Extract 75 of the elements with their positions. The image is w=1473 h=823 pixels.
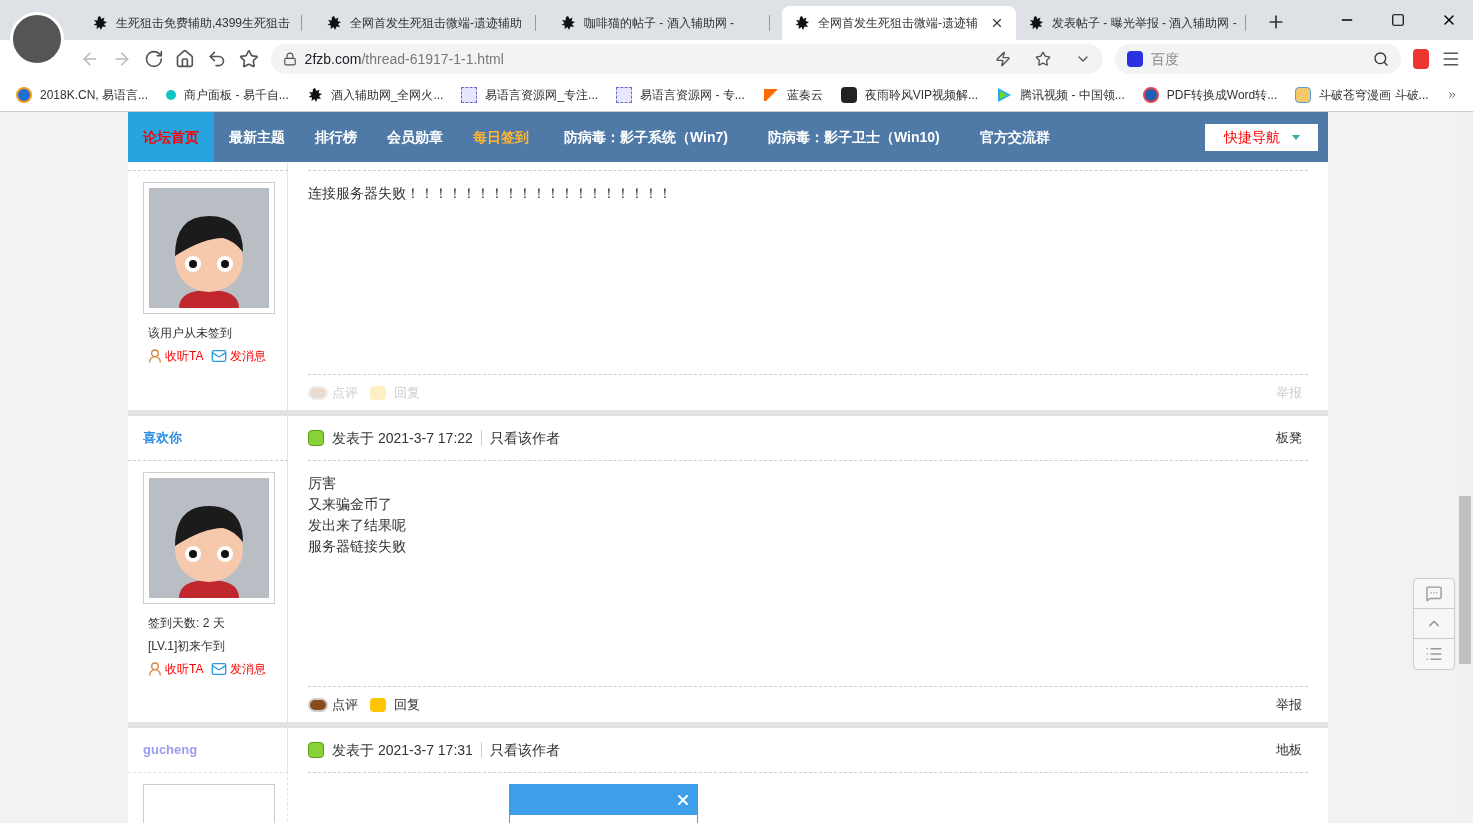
search-icon[interactable]: [1373, 51, 1390, 67]
home-icon[interactable]: [175, 49, 196, 69]
quick-nav-button[interactable]: 快捷导航: [1205, 123, 1318, 151]
profile-stat: [LV.1]初来乍到: [148, 638, 227, 655]
splat-icon: [306, 86, 323, 103]
only-author-link[interactable]: 只看该作者: [489, 427, 560, 449]
favicon-icon: [560, 15, 576, 31]
floor-number: 板凳: [1276, 429, 1302, 448]
star-icon[interactable]: [1034, 51, 1051, 67]
bookmark[interactable]: 腾讯视频 - 中国领...: [996, 85, 1125, 104]
address-bar[interactable]: 2fzb.com/thread-61917-1-1.html: [270, 44, 1103, 74]
bookmark[interactable]: 斗破苍穹漫画 斗破...: [1295, 85, 1429, 104]
star-icon[interactable]: [238, 49, 259, 69]
bookmark[interactable]: 易语言资源网 - 专...: [616, 85, 745, 104]
post-time: 发表于 2021-3-7 17:31: [332, 740, 473, 760]
browser-tab[interactable]: 咖啡猫的帖子 - 酒入辅助网 -: [548, 6, 782, 40]
user-icon: [147, 348, 163, 364]
post-time: 发表于 2021-3-7 17:22: [332, 428, 473, 448]
tab-title: 全网首发生死狙击微端-遗迹辅助: [350, 15, 523, 32]
bookmark[interactable]: 易语言资源网_专注...: [461, 85, 599, 104]
follow-link[interactable]: 收听TA: [147, 347, 204, 365]
mail-icon: [211, 348, 228, 364]
nav-link[interactable]: 排行榜: [300, 112, 372, 162]
bookmark[interactable]: 夜雨聆风VIP视频解...: [840, 85, 979, 104]
message-link[interactable]: 发消息: [211, 347, 267, 365]
bookmark[interactable]: 酒入辅助网_全网火...: [306, 85, 444, 104]
reply-link[interactable]: 回复: [370, 694, 420, 715]
lightning-icon[interactable]: [994, 51, 1011, 67]
favicon-icon: [326, 15, 342, 31]
post-text: 服务器链接失败: [308, 537, 407, 556]
browser-tab[interactable]: 生死狙击免费辅助,4399生死狙击: [80, 6, 314, 40]
tab-title: 全网首发生死狙击微端-遗迹辅: [818, 15, 979, 32]
favicon-icon: [1028, 15, 1044, 31]
close-icon[interactable]: [990, 16, 1004, 30]
bookmark[interactable]: PDF转换成Word转...: [1142, 85, 1278, 104]
bookmark[interactable]: 2018K.CN, 易语言...: [16, 85, 149, 104]
nav-link[interactable]: 会员勋章: [372, 112, 458, 162]
lock-icon: [282, 52, 297, 66]
floor-number: 地板: [1276, 741, 1302, 760]
message-link[interactable]: 发消息: [211, 660, 267, 678]
only-author-link[interactable]: 只看该作者: [489, 739, 560, 761]
nav-link[interactable]: 官方交流群: [959, 112, 1070, 162]
bookmark[interactable]: 商户面板 - 易千自...: [166, 85, 289, 104]
browser-tab[interactable]: 全网首发生死狙击微端-遗迹辅助: [314, 6, 548, 40]
browser-tab[interactable]: 全网首发生死狙击微端-遗迹辅: [782, 6, 1016, 40]
caret-icon: [1291, 134, 1300, 140]
favicon-icon: [794, 15, 810, 31]
search-field[interactable]: 百度: [1114, 44, 1402, 74]
reload-icon[interactable]: [143, 49, 164, 69]
post-text: 又来骗金币了: [308, 495, 393, 514]
undo-icon[interactable]: [207, 49, 227, 69]
browser-tab[interactable]: 发表帖子 - 曝光举报 - 酒入辅助网 -: [1016, 6, 1258, 40]
favicon-icon: [92, 15, 108, 31]
tab-title: 咖啡猫的帖子 - 酒入辅助网 -: [584, 15, 735, 32]
maximize-icon[interactable]: [1391, 13, 1405, 27]
url-text: 2fzb.com/thread-61917-1-1.html: [304, 49, 505, 69]
report-link[interactable]: 举报: [1276, 694, 1302, 715]
flag-icon: [762, 86, 779, 103]
nav-link[interactable]: 防病毒：影子卫士（Win10): [748, 112, 960, 162]
tab-title: 生死狙击免费辅助,4399生死狙击: [116, 15, 292, 32]
tab-title: 发表帖子 - 曝光举报 - 酒入辅助网 -: [1052, 15, 1237, 32]
rate-link[interactable]: 点评: [308, 694, 358, 715]
bookmark[interactable]: 蓝奏云: [762, 85, 823, 104]
profile-stat: 签到天数: 2 天: [148, 615, 226, 632]
mail-icon: [211, 661, 228, 677]
post-text: 连接服务器失败！！！！！！！！！！！！！！！！！！！: [308, 184, 673, 203]
post-text: 发出来了结果呢: [308, 516, 407, 535]
follow-link[interactable]: 收听TA: [147, 660, 204, 678]
post-text: 厉害: [308, 474, 337, 493]
nav-link[interactable]: 防病毒：影子系统（Win7): [544, 112, 748, 162]
search-input[interactable]: 百度: [1150, 48, 1366, 70]
profile-stat: 该用户从未签到: [148, 325, 233, 342]
nav-link[interactable]: 最新主题: [214, 112, 300, 162]
play-icon: [996, 86, 1013, 103]
user-icon: [147, 661, 163, 677]
